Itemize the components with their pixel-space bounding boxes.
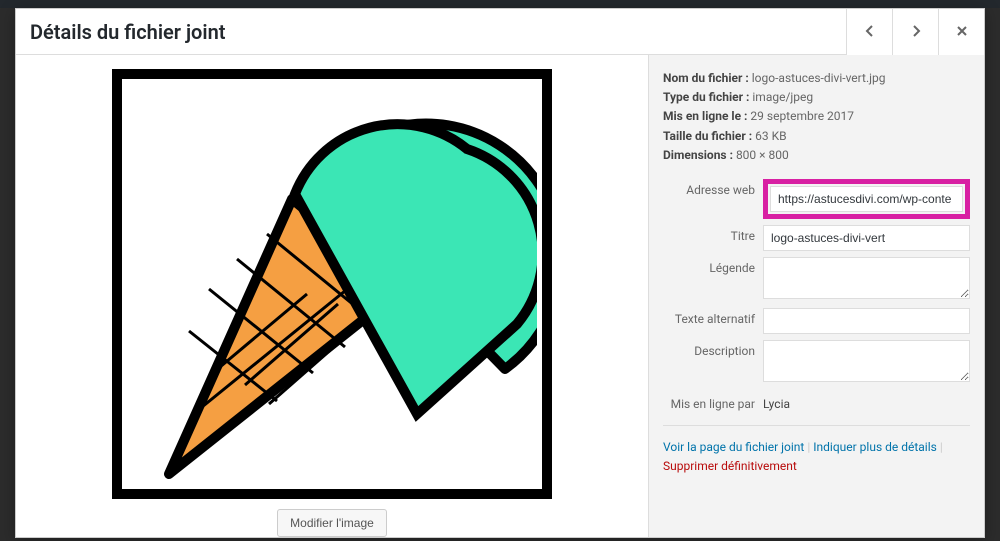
admin-topbar-strip (0, 0, 1000, 8)
close-icon (956, 21, 968, 42)
file-meta: Nom du fichier : logo-astuces-divi-vert.… (663, 69, 970, 165)
description-textarea[interactable] (763, 340, 970, 382)
image-thumbnail[interactable] (112, 69, 552, 499)
filesize-value: 63 KB (755, 129, 786, 143)
edit-image-button[interactable]: Modifier l'image (277, 509, 387, 537)
modal-title: Détails du fichier joint (16, 20, 846, 44)
close-button[interactable] (938, 9, 984, 55)
uploaded-label: Mis en ligne le : (663, 109, 747, 123)
title-input[interactable] (763, 225, 970, 251)
attachment-details-modal: Détails du fichier joint (15, 8, 985, 538)
url-input[interactable] (770, 186, 963, 212)
divider (663, 425, 970, 426)
caption-textarea[interactable] (763, 257, 970, 299)
filetype-value: image/jpeg (752, 90, 813, 104)
url-label: Adresse web (663, 179, 763, 197)
icecream-icon (127, 79, 537, 489)
chevron-right-icon (910, 21, 922, 42)
alt-row: Texte alternatif (663, 308, 970, 334)
dimensions-value: 800 × 800 (736, 148, 789, 162)
title-label: Titre (663, 225, 763, 243)
filename-label: Nom du fichier : (663, 71, 749, 85)
view-attachment-link[interactable]: Voir la page du fichier joint (663, 440, 804, 454)
url-highlight-box (763, 179, 970, 219)
modal-body: Modifier l'image Nom du fichier : logo-a… (16, 55, 984, 537)
delete-permanently-link[interactable]: Supprimer définitivement (663, 459, 797, 473)
title-row: Titre (663, 225, 970, 251)
modal-header: Détails du fichier joint (16, 9, 984, 55)
uploader-label: Mis en ligne par (663, 397, 763, 411)
alt-label: Texte alternatif (663, 308, 763, 326)
details-sidebar: Nom du fichier : logo-astuces-divi-vert.… (649, 55, 984, 537)
uploader-row: Mis en ligne par Lycia (663, 397, 970, 411)
description-row: Description (663, 340, 970, 385)
next-button[interactable] (892, 9, 938, 55)
filetype-label: Type du fichier : (663, 90, 749, 104)
dimensions-label: Dimensions : (663, 148, 733, 162)
link-separator: | (940, 440, 943, 454)
caption-label: Légende (663, 257, 763, 275)
chevron-left-icon (864, 21, 876, 42)
alt-input[interactable] (763, 308, 970, 334)
caption-row: Légende (663, 257, 970, 302)
url-row: Adresse web (663, 179, 970, 219)
uploader-name: Lycia (763, 397, 790, 411)
uploaded-value: 29 septembre 2017 (750, 109, 854, 123)
action-links: Voir la page du fichier joint | Indiquer… (663, 438, 970, 476)
filename-value: logo-astuces-divi-vert.jpg (752, 71, 886, 85)
more-details-link[interactable]: Indiquer plus de détails (813, 440, 937, 454)
description-label: Description (663, 340, 763, 358)
prev-button[interactable] (846, 9, 892, 55)
filesize-label: Taille du fichier : (663, 129, 752, 143)
preview-area: Modifier l'image (16, 55, 649, 537)
